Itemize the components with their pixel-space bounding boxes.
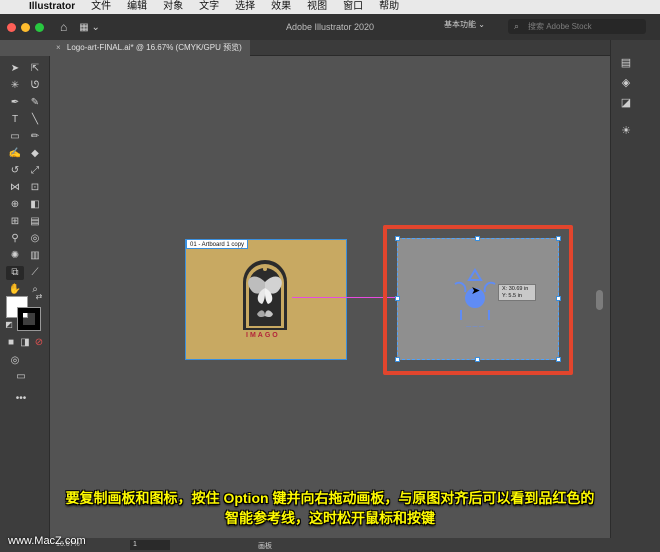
- search-placeholder: 搜索 Adobe Stock: [528, 22, 592, 31]
- layers-panel-icon[interactable]: ◈: [616, 76, 636, 90]
- blend-tool-icon[interactable]: ◎: [26, 232, 44, 246]
- swap-fill-stroke-icon[interactable]: ⇄: [30, 290, 48, 304]
- free-transform-tool-icon[interactable]: ⊡: [26, 181, 44, 195]
- panel-dock: ▤ ◈ ◪ ☀: [610, 40, 660, 552]
- caption-line-1: 要复制画板和图标，按住 Option 键并向右拖动画板，与原图对齐后可以看到品红…: [65, 490, 595, 506]
- curvature-tool-icon[interactable]: ✎: [26, 96, 44, 110]
- workspace-switcher[interactable]: 基本功能 ⌄: [444, 19, 485, 30]
- vertical-scrollbar[interactable]: [596, 290, 603, 310]
- gradient-tool-icon[interactable]: ▤: [26, 215, 44, 229]
- none-mode-icon[interactable]: ⊘: [30, 336, 48, 350]
- draw-mode-icon[interactable]: ◎: [6, 354, 24, 368]
- app-title-bar: ⌂ ▦ ⌄ Adobe Illustrator 2020 基本功能 ⌄ ⌕ 搜索…: [0, 14, 660, 40]
- appearance-panel-icon[interactable]: ☀: [616, 124, 636, 138]
- rotate-tool-icon[interactable]: ↺: [6, 164, 24, 178]
- lasso-tool-icon[interactable]: ᘎ: [26, 79, 44, 93]
- menu-effect[interactable]: 效果: [271, 0, 291, 14]
- arrange-documents-icon[interactable]: ▦ ⌄: [79, 22, 100, 33]
- line-tool-icon[interactable]: ╲: [26, 113, 44, 127]
- menu-window[interactable]: 窗口: [343, 0, 363, 14]
- resize-handle[interactable]: [395, 236, 400, 241]
- graph-tool-icon[interactable]: ▥: [26, 249, 44, 263]
- workspace-label: 基本功能: [444, 20, 476, 29]
- stroke-swatch[interactable]: [17, 307, 41, 331]
- app-menu[interactable]: Illustrator: [29, 0, 75, 14]
- shape-builder-tool-icon[interactable]: ⊕: [6, 198, 24, 212]
- menu-help[interactable]: 帮助: [379, 0, 399, 14]
- properties-panel-icon[interactable]: ▤: [616, 56, 636, 70]
- screen-mode-icon[interactable]: ▭: [12, 370, 30, 384]
- resize-handle[interactable]: [556, 357, 561, 362]
- menu-view[interactable]: 视图: [307, 0, 327, 14]
- status-text[interactable]: 画板: [258, 541, 272, 551]
- mesh-tool-icon[interactable]: ⊞: [6, 215, 24, 229]
- width-tool-icon[interactable]: ⋈: [6, 181, 24, 195]
- libraries-panel-icon[interactable]: ◪: [616, 96, 636, 110]
- chevron-down-icon: ⌄: [478, 20, 485, 29]
- artboard-name-label[interactable]: 01 - Artboard 1 copy: [186, 239, 249, 249]
- artboard-navigator[interactable]: 1: [130, 540, 170, 550]
- type-tool-icon[interactable]: T: [6, 113, 24, 127]
- direct-selection-tool-icon[interactable]: ⇱: [26, 62, 44, 76]
- shaper-tool-icon[interactable]: ✍: [6, 147, 24, 161]
- document-tab-bar: × Logo-art-FINAL.ai* @ 16.67% (CMYK/GPU …: [50, 40, 610, 56]
- tooltip-y: Y: 5.5 in: [502, 293, 522, 299]
- hand-tool-icon[interactable]: ✋: [6, 283, 24, 297]
- more-tools-icon[interactable]: •••: [12, 392, 30, 406]
- caption-line-2: 智能参考线，这时松开鼠标和按键: [225, 510, 435, 526]
- pen-tool-icon[interactable]: ✒: [6, 96, 24, 110]
- smart-guide-line: [292, 297, 396, 298]
- menu-type[interactable]: 文字: [199, 0, 219, 14]
- resize-handle[interactable]: [395, 357, 400, 362]
- scale-tool-icon[interactable]: ⤢: [26, 164, 44, 178]
- tutorial-caption: 要复制画板和图标，按住 Option 键并向右拖动画板，与原图对齐后可以看到品红…: [0, 488, 660, 528]
- default-fill-stroke-icon[interactable]: ◩: [0, 318, 18, 332]
- window-controls: [7, 22, 44, 32]
- tools-panel: ➤ ⇱ ✳ ᘎ ✒ ✎ T ╲ ▭ ✏ ✍ ◆ ↺ ⤢ ⋈ ⊡ ⊕ ◧ ⊞ ▤ …: [0, 56, 50, 552]
- magic-wand-tool-icon[interactable]: ✳: [6, 79, 24, 93]
- symbol-sprayer-tool-icon[interactable]: ✺: [6, 249, 24, 263]
- site-watermark: www.MacZ.com: [8, 535, 86, 547]
- close-window-button[interactable]: [7, 22, 16, 32]
- menu-object[interactable]: 对象: [163, 0, 183, 14]
- live-paint-tool-icon[interactable]: ◧: [26, 198, 44, 212]
- menu-bar: Illustrator 文件 编辑 对象 文字 选择 效果 视图 窗口 帮助: [0, 0, 660, 14]
- status-bar: 16.67% 1 画板: [0, 538, 660, 552]
- logo-drag-preview: — — —: [454, 268, 496, 330]
- selection-tool-icon[interactable]: ➤: [6, 62, 24, 76]
- menu-select[interactable]: 选择: [235, 0, 255, 14]
- document-tab[interactable]: × Logo-art-FINAL.ai* @ 16.67% (CMYK/GPU …: [50, 40, 250, 56]
- pointer-cursor-icon: ➤: [471, 285, 481, 297]
- eyedropper-tool-icon[interactable]: ⚲: [6, 232, 24, 246]
- svg-text:— — —: — — —: [466, 324, 484, 330]
- resize-handle[interactable]: [475, 357, 480, 362]
- resize-handle[interactable]: [556, 296, 561, 301]
- home-icon[interactable]: ⌂: [60, 20, 67, 34]
- close-tab-icon[interactable]: ×: [56, 43, 61, 52]
- eraser-tool-icon[interactable]: ◆: [26, 147, 44, 161]
- logo-wordmark: IMAGO: [246, 332, 280, 339]
- menu-file[interactable]: 文件: [91, 0, 111, 14]
- coordinates-tooltip: X: 30.69 in Y: 5.5 in: [498, 284, 536, 301]
- resize-handle[interactable]: [395, 296, 400, 301]
- stock-search-input[interactable]: ⌕ 搜索 Adobe Stock: [508, 19, 646, 34]
- resize-handle[interactable]: [475, 236, 480, 241]
- zoom-window-button[interactable]: [35, 22, 44, 32]
- minimize-window-button[interactable]: [21, 22, 30, 32]
- paintbrush-tool-icon[interactable]: ✏: [26, 130, 44, 144]
- artboard-tool-icon[interactable]: ⧉: [6, 266, 24, 280]
- resize-handle[interactable]: [556, 236, 561, 241]
- search-icon: ⌕: [514, 21, 520, 31]
- tooltip-x: X: 30.69 in: [502, 286, 529, 292]
- slice-tool-icon[interactable]: ⟋: [26, 266, 44, 280]
- document-tab-label: Logo-art-FINAL.ai* @ 16.67% (CMYK/GPU 预览…: [66, 43, 242, 52]
- menu-edit[interactable]: 编辑: [127, 0, 147, 14]
- rectangle-tool-icon[interactable]: ▭: [6, 130, 24, 144]
